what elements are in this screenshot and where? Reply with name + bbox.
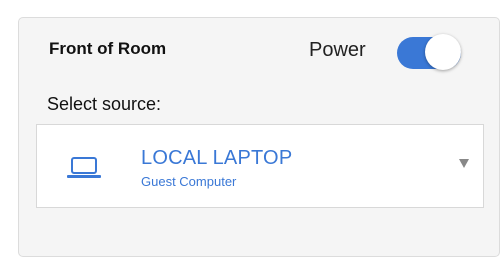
toggle-knob: [425, 34, 461, 70]
room-title: Front of Room: [49, 39, 167, 58]
source-name: LOCAL LAPTOP: [141, 147, 293, 169]
room-panel: Front of Room Power Select source: LOCAL…: [18, 17, 500, 257]
source-subtitle: Guest Computer: [141, 174, 237, 189]
power-toggle[interactable]: [397, 34, 461, 70]
chevron-down-icon[interactable]: [459, 159, 469, 168]
laptop-icon: [67, 157, 101, 178]
power-label: Power: [309, 39, 366, 61]
select-source-label: Select source:: [47, 94, 162, 114]
source-dropdown[interactable]: LOCAL LAPTOP Guest Computer: [36, 124, 484, 208]
